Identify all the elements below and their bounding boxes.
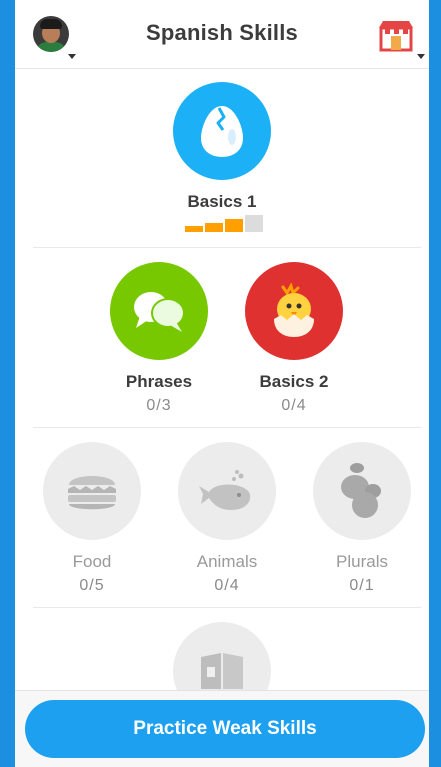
book-icon <box>201 653 243 689</box>
skill-basics-1[interactable]: Basics 1 <box>167 82 277 212</box>
hatching-chick-icon <box>274 283 314 337</box>
row-divider <box>33 247 421 248</box>
bottom-bar: Practice Weak Skills <box>15 690 429 767</box>
speech-bubbles-icon <box>134 292 185 332</box>
skill-food[interactable]: Food 0/5 <box>37 442 147 595</box>
store-chevron-down-icon[interactable] <box>417 54 425 59</box>
plural-blobs-icon <box>341 463 381 518</box>
skill-phrases-badge[interactable] <box>110 262 208 360</box>
skill-basics-1-label: Basics 1 <box>187 192 257 211</box>
row-divider <box>33 427 421 428</box>
skill-basics-1-badge[interactable] <box>173 82 271 180</box>
skill-plurals[interactable]: Plurals 0/1 <box>307 442 417 595</box>
store-icon[interactable] <box>377 18 415 52</box>
whale-icon <box>199 470 251 510</box>
skill-phrases-label: Phrases <box>125 372 193 391</box>
row-divider <box>33 607 421 608</box>
page-title: Spanish Skills <box>146 20 298 45</box>
skill-plurals-progress: 0/1 <box>349 577 375 594</box>
cracked-egg-icon <box>201 106 243 157</box>
skill-plurals-label: Plurals <box>336 552 388 571</box>
skill-basics-2-label: Basics 2 <box>259 372 329 391</box>
skill-food-badge[interactable] <box>43 442 141 540</box>
skill-tree-screen: Spanish Skills Basics 1 Phrases 0/3 Basi… <box>15 0 429 767</box>
avatar-chevron-down-icon[interactable] <box>68 54 76 59</box>
strength-meter <box>185 215 263 232</box>
skill-food-label: Food <box>72 552 112 571</box>
skill-animals[interactable]: Animals 0/4 <box>172 442 282 595</box>
skill-basics-2-badge[interactable] <box>245 262 343 360</box>
burger-icon <box>68 476 116 510</box>
skill-animals-badge[interactable] <box>178 442 276 540</box>
skill-phrases[interactable]: Phrases 0/3 <box>104 262 214 415</box>
practice-weak-skills-button[interactable]: Practice Weak Skills <box>25 700 425 758</box>
skill-basics-2[interactable]: Basics 2 0/4 <box>239 262 349 415</box>
skill-phrases-progress: 0/3 <box>146 397 172 414</box>
skill-plurals-badge[interactable] <box>313 442 411 540</box>
top-bar: Spanish Skills <box>15 0 429 69</box>
skill-animals-label: Animals <box>196 552 258 571</box>
skill-animals-progress: 0/4 <box>214 577 240 594</box>
skill-basics-2-progress: 0/4 <box>281 397 307 414</box>
skill-food-progress: 0/5 <box>79 577 105 594</box>
